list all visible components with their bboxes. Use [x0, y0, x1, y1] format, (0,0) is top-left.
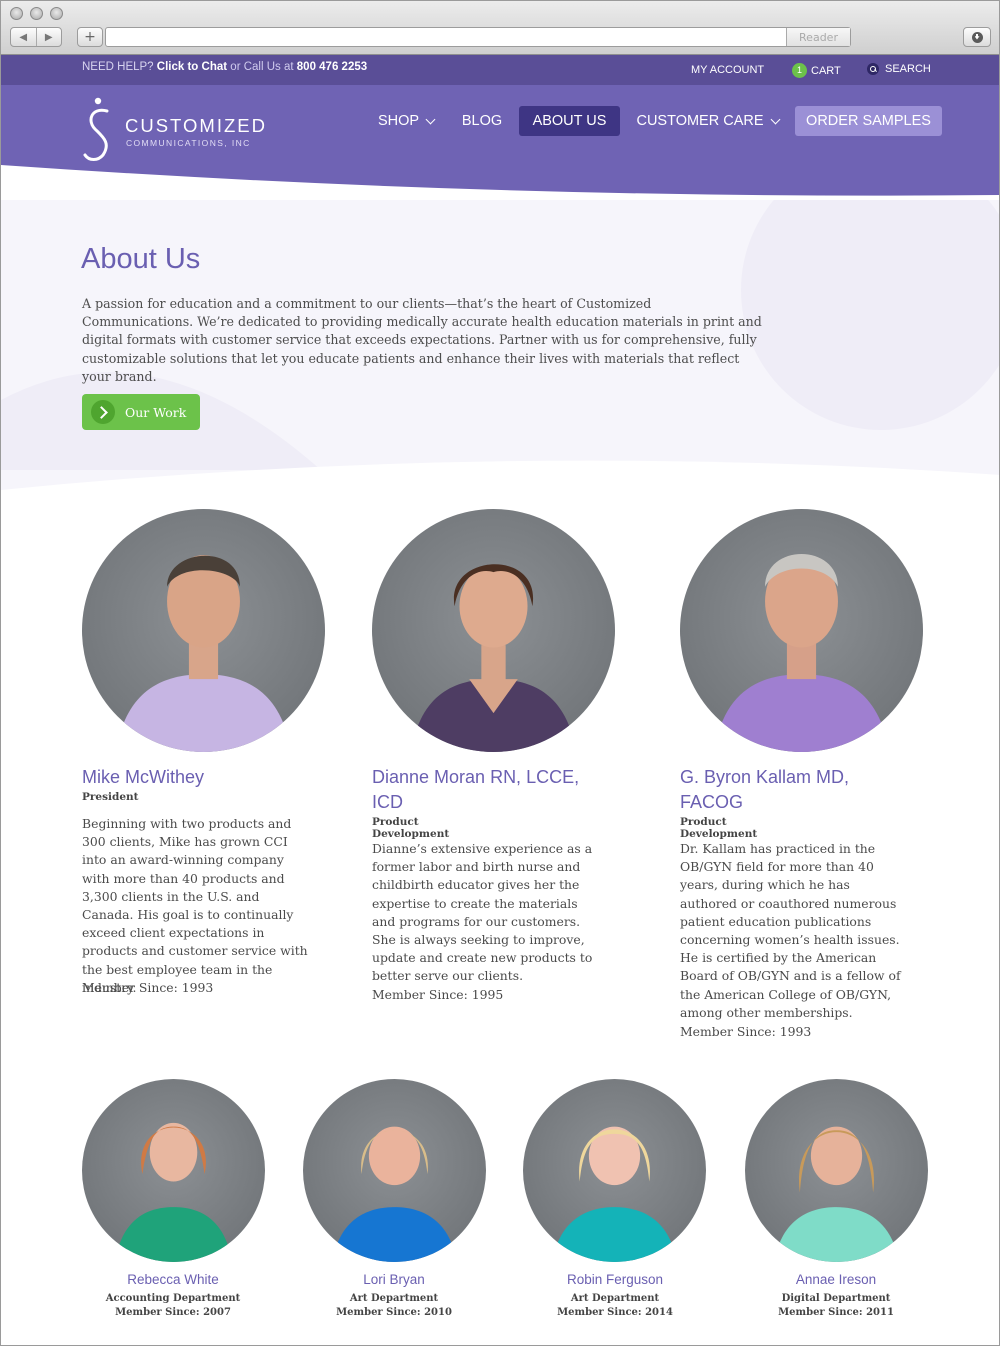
- our-work-button[interactable]: Our Work: [82, 394, 200, 430]
- portrait-icon: [332, 1126, 457, 1262]
- staff-name: Rebecca White: [127, 1272, 219, 1287]
- avatar: [82, 509, 325, 752]
- staff-department: Art Department: [570, 1293, 660, 1304]
- need-help-label: NEED HELP?: [82, 61, 154, 73]
- webpage: NEED HELP? Click to Chat or Call Us at 8…: [1, 55, 999, 1345]
- nav-shop-label: SHOP: [377, 113, 420, 129]
- phone-number[interactable]: 800 476 2253: [297, 61, 367, 73]
- nav-about-label: ABOUT US: [532, 113, 607, 129]
- back-icon[interactable]: ◀: [11, 28, 37, 46]
- leader-name: G. Byron Kallam MD, FACOG: [680, 767, 850, 812]
- leader-since: Member Since: 1993: [82, 980, 214, 995]
- leader-role: Product Development: [372, 816, 450, 840]
- cart-label: CART: [811, 64, 841, 77]
- avatar: [303, 1079, 486, 1262]
- new-tab-icon[interactable]: +: [77, 27, 103, 47]
- chevron-down-icon: [770, 114, 780, 124]
- portrait-icon: [114, 1122, 233, 1262]
- cart-count-badge: 1: [792, 63, 807, 78]
- site-header: CUSTOMIZED COMMUNICATIONS, INC SHOP BLOG…: [1, 85, 999, 200]
- portrait-icon: [774, 1126, 899, 1262]
- leader-name: Dianne Moran RN, LCCE, ICD: [372, 767, 580, 812]
- search-link[interactable]: SEARCH: [867, 63, 931, 75]
- browser-window: ◀ ▶ + Reader NEED HELP? Click to Chat or…: [0, 0, 1000, 1346]
- download-icon: [971, 31, 983, 43]
- chevron-right-icon: [91, 400, 115, 424]
- logo-mark-icon: [83, 97, 109, 161]
- staff-since: Member Since: 2014: [557, 1307, 673, 1318]
- leader-bio: Dianne’s extensive experience as a forme…: [372, 841, 593, 984]
- nav-customer-care[interactable]: CUSTOMER CARE: [629, 106, 786, 136]
- close-window-button[interactable]: [10, 7, 23, 20]
- avatar: [372, 509, 615, 752]
- nav-blog-label: BLOG: [461, 113, 503, 129]
- browser-toolbar: ◀ ▶ + Reader: [1, 1, 999, 55]
- forward-icon[interactable]: ▶: [37, 28, 62, 46]
- avatar: [745, 1079, 928, 1262]
- leader-bio: Beginning with two products and 300 clie…: [82, 816, 308, 995]
- leader-role: Product Development: [680, 816, 758, 840]
- or-call-label: or Call Us at: [230, 61, 294, 73]
- avatar: [680, 509, 923, 752]
- order-samples-label: ORDER SAMPLES: [806, 113, 931, 129]
- leader-role: President: [82, 791, 139, 803]
- staff-department: Accounting Department: [105, 1293, 241, 1304]
- logo-subtext: COMMUNICATIONS, INC: [126, 138, 251, 148]
- page-title: About Us: [81, 243, 201, 275]
- minimize-window-button[interactable]: [30, 7, 43, 20]
- nav-shop[interactable]: SHOP: [369, 106, 443, 136]
- staff-since: Member Since: 2011: [778, 1307, 894, 1318]
- intro-paragraph: A passion for education and a commitment…: [82, 296, 762, 384]
- leader-since: Member Since: 1995: [372, 987, 504, 1002]
- search-label: SEARCH: [885, 63, 931, 75]
- reader-button[interactable]: Reader: [786, 28, 850, 46]
- staff-since: Member Since: 2010: [336, 1307, 452, 1318]
- company-logo[interactable]: CUSTOMIZED COMMUNICATIONS, INC: [81, 95, 265, 165]
- staff-name: Robin Ferguson: [566, 1272, 664, 1287]
- hero-section: About Us A passion for education and a c…: [1, 200, 999, 520]
- portrait-icon: [714, 553, 889, 752]
- portrait-icon: [552, 1126, 677, 1262]
- avatar: [523, 1079, 706, 1262]
- my-account-link[interactable]: MY ACCOUNT: [691, 64, 764, 76]
- leader-bio: Dr. Kallam has practiced in the OB/GYN f…: [680, 841, 901, 1020]
- our-work-label: Our Work: [125, 404, 187, 420]
- utility-bar: NEED HELP? Click to Chat or Call Us at 8…: [1, 55, 999, 85]
- search-icon: [867, 63, 879, 75]
- nav-care-label: CUSTOMER CARE: [636, 113, 764, 129]
- chevron-down-icon: [425, 114, 436, 124]
- nav-about-us[interactable]: ABOUT US: [519, 106, 620, 136]
- staff-name: Annae Ireson: [795, 1272, 877, 1287]
- leader-name: Mike McWithey: [82, 767, 205, 787]
- logo-text: CUSTOMIZED: [125, 115, 267, 136]
- cart-link[interactable]: 1 CART: [792, 63, 841, 78]
- staff-name: Lori Bryan: [363, 1272, 425, 1287]
- history-buttons: ◀ ▶: [10, 27, 62, 47]
- order-samples-button[interactable]: ORDER SAMPLES: [795, 106, 942, 136]
- address-bar[interactable]: Reader: [105, 27, 851, 47]
- chat-link[interactable]: Click to Chat: [157, 61, 227, 73]
- leader-since: Member Since: 1993: [680, 1024, 812, 1039]
- staff-department: Digital Department: [781, 1293, 891, 1304]
- nav-blog[interactable]: BLOG: [453, 106, 511, 136]
- portrait-icon: [410, 564, 577, 752]
- staff-since: Member Since: 2007: [115, 1307, 231, 1318]
- staff-department: Art Department: [349, 1293, 439, 1304]
- downloads-button[interactable]: [963, 27, 991, 47]
- zoom-window-button[interactable]: [50, 7, 63, 20]
- avatar: [82, 1079, 265, 1262]
- portrait-icon: [116, 555, 291, 752]
- help-text: NEED HELP? Click to Chat or Call Us at 8…: [82, 61, 367, 73]
